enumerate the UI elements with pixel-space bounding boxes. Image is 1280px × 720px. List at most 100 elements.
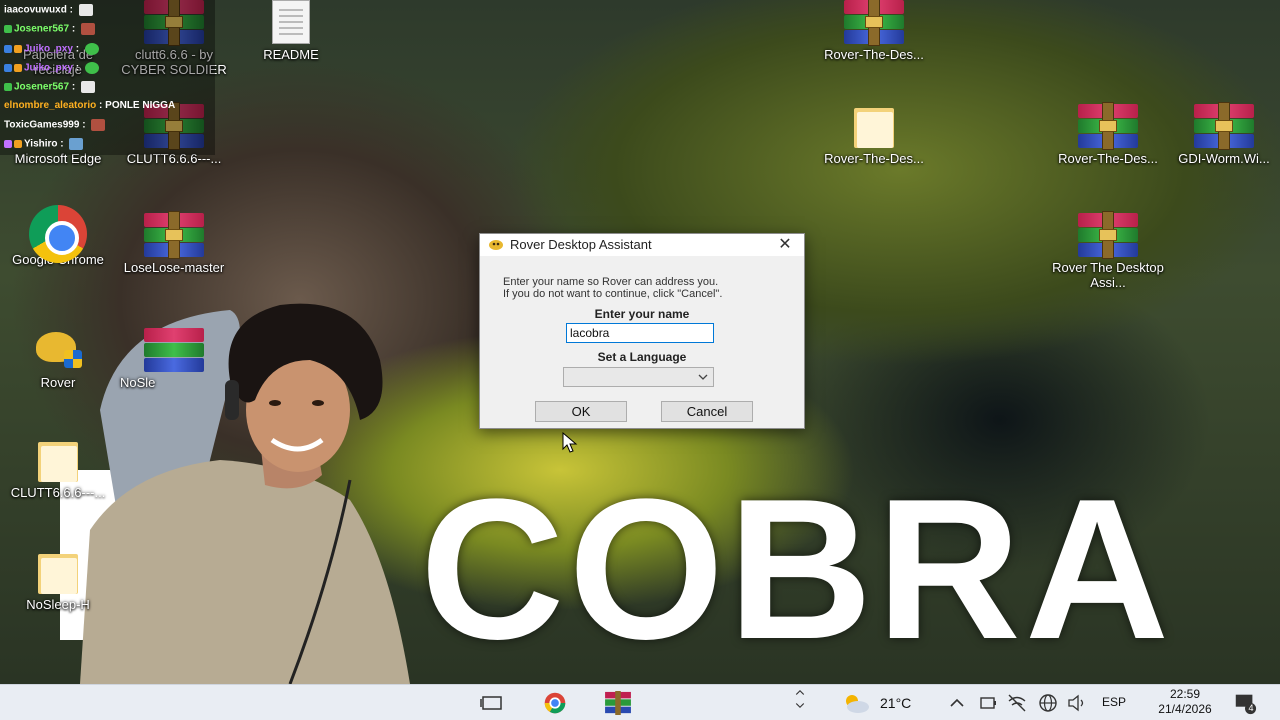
desktop-icon-label: NoSle xyxy=(120,375,156,390)
chat-message: Juiko_pxy : xyxy=(4,62,99,75)
chat-message: Josener567 : xyxy=(4,81,95,94)
desktop-icon-nosleep-archive[interactable]: NoSle xyxy=(106,328,222,390)
emote-icon xyxy=(84,43,99,55)
clock-date: 21/4/2026 xyxy=(1158,702,1212,716)
taskbar: 21°C ESP 22:59 21/4/2026 4 xyxy=(0,684,1280,720)
chat-message: Juiko_pxy : xyxy=(4,43,99,56)
chat-username: Juiko_pxy xyxy=(24,62,73,74)
chat-message: elnombre_aleatorio : PONLE NIGGA xyxy=(4,100,176,111)
dialog-titlebar[interactable]: Rover Desktop Assistant ✕ xyxy=(480,234,804,256)
chrome-taskbar-icon[interactable] xyxy=(541,691,569,715)
weather-temperature[interactable]: 21°C xyxy=(880,695,911,711)
chat-username: Juiko_pxy xyxy=(24,43,73,55)
person-shirt xyxy=(80,460,410,684)
chat-message: iaacovuwuxd : xyxy=(4,4,93,17)
winrar-archive-icon xyxy=(844,0,904,46)
chat-username: ToxicGames999 xyxy=(4,119,80,131)
winrar-taskbar-icon[interactable] xyxy=(603,691,633,715)
stream-chat-overlay: iaacovuwuxd : Josener567 : Juiko_pxy : J… xyxy=(0,0,215,155)
chat-message: Josener567 : xyxy=(4,23,95,36)
chevron-up-icon[interactable] xyxy=(948,691,966,715)
desktop-icon-rover-the-desktop-folder[interactable]: Rover-The-Des... xyxy=(816,104,932,166)
badge-icon xyxy=(14,45,22,53)
desktop-icon-google-chrome[interactable]: Google Chrome xyxy=(0,205,116,267)
badge-icon xyxy=(4,25,12,33)
weather-partly-cloudy-icon[interactable] xyxy=(840,691,872,715)
desktop-icon-label: GDI-Worm.Wi... xyxy=(1178,151,1270,166)
name-input[interactable] xyxy=(566,323,714,343)
dialog-message: Enter your name so Rover can address you… xyxy=(503,276,793,300)
name-field-label: Enter your name xyxy=(594,307,690,321)
desktop-icon-rover-the-desktop-1[interactable]: Rover-The-Des... xyxy=(816,0,932,62)
chevron-down-icon xyxy=(698,374,708,380)
desktop-icon-clutt-folder[interactable]: CLUTT6.6.6---... xyxy=(0,438,116,500)
globe-icon[interactable] xyxy=(1037,691,1059,715)
desktop-icon-rover[interactable]: Rover xyxy=(0,328,116,390)
winrar-archive-icon xyxy=(144,328,204,372)
desktop-icon-label: Rover-The-Des... xyxy=(824,47,924,62)
chat-username: elnombre_aleatorio xyxy=(4,100,97,111)
badge-icon xyxy=(4,45,12,53)
language-field-label: Set a Language xyxy=(597,350,687,364)
chrome-icon xyxy=(29,205,87,263)
desktop-icon-gdi-worm[interactable]: GDI-Worm.Wi... xyxy=(1166,102,1280,166)
emote-icon xyxy=(69,138,84,150)
winrar-archive-icon xyxy=(1194,102,1254,150)
wallpaper-caption: COBRA xyxy=(420,458,1174,681)
dialog-message-line: Enter your name so Rover can address you… xyxy=(503,276,719,288)
desktop-icon-loselose-master[interactable]: LoseLose-master xyxy=(116,211,232,275)
winrar-archive-icon xyxy=(1078,211,1138,259)
network-disconnected-icon[interactable] xyxy=(1006,691,1028,715)
folder-icon xyxy=(38,438,78,482)
mouse-cursor-icon xyxy=(562,432,578,453)
emote-icon xyxy=(80,23,95,35)
ok-button[interactable]: OK xyxy=(535,401,627,422)
chat-message: ToxicGames999 : xyxy=(4,119,106,132)
emote-icon xyxy=(84,62,99,74)
folder-icon xyxy=(854,104,894,148)
desktop-icon-nosleep-folder[interactable]: NoSleep-H xyxy=(0,550,116,612)
desktop-icon-label: Rover-The-Des... xyxy=(1058,151,1158,166)
language-select[interactable] xyxy=(563,367,714,387)
badge-icon xyxy=(14,140,22,148)
chat-username: iaacovuwuxd xyxy=(4,4,67,16)
badge-icon xyxy=(14,64,22,72)
battery-saver-icon[interactable] xyxy=(978,691,998,715)
desktop-icon-label: NoSleep-H xyxy=(26,597,90,612)
text-document-icon xyxy=(272,0,310,44)
chat-message: Yishiro : xyxy=(4,138,84,151)
task-view-icon[interactable] xyxy=(480,691,504,715)
badge-icon xyxy=(4,64,12,72)
desktop-icon-label: Rover xyxy=(40,375,76,390)
close-icon[interactable]: ✕ xyxy=(770,235,800,255)
badge-icon xyxy=(4,140,12,148)
desktop-icon-label: LoseLose-master xyxy=(123,260,225,275)
rover-dog-icon xyxy=(34,328,82,368)
desktop-icon-label: Rover The Desktop Assi... xyxy=(1052,260,1164,290)
desktop-icon-rover-the-desktop-2[interactable]: Rover-The-Des... xyxy=(1050,102,1166,166)
speaker-icon[interactable] xyxy=(1066,691,1088,715)
winrar-archive-icon xyxy=(1078,102,1138,150)
dialog-title: Rover Desktop Assistant xyxy=(510,237,652,252)
desktop-icon-label: Rover-The-Des... xyxy=(824,151,924,166)
chat-username: Josener567 xyxy=(14,81,70,93)
chat-text: PONLE NIGGA xyxy=(105,100,176,111)
dialog-message-line: If you do not want to continue, click "C… xyxy=(503,288,723,300)
winrar-archive-icon xyxy=(144,211,204,259)
desktop-icon-label: CLUTT6.6.6---... xyxy=(10,485,106,500)
badge-icon xyxy=(4,83,12,91)
notification-count-badge: 4 xyxy=(1248,703,1254,713)
chat-username: Yishiro xyxy=(24,138,58,150)
cancel-button[interactable]: Cancel xyxy=(661,401,753,422)
clock[interactable]: 22:59 21/4/2026 xyxy=(1150,687,1220,717)
desktop-icon-rover-the-desktop-assistant[interactable]: Rover The Desktop Assi... xyxy=(1050,211,1166,290)
input-language-indicator[interactable]: ESP xyxy=(1102,695,1126,709)
chat-username: Josener567 xyxy=(14,23,70,35)
rover-name-dialog: Rover Desktop Assistant ✕ Enter your nam… xyxy=(479,233,805,429)
scroll-arrows-icon[interactable] xyxy=(792,687,808,711)
emote-icon xyxy=(80,81,95,93)
desktop-icon-readme[interactable]: README xyxy=(233,0,349,62)
clock-time: 22:59 xyxy=(1169,687,1201,701)
rover-dog-icon xyxy=(489,240,503,250)
folder-icon xyxy=(38,550,78,594)
